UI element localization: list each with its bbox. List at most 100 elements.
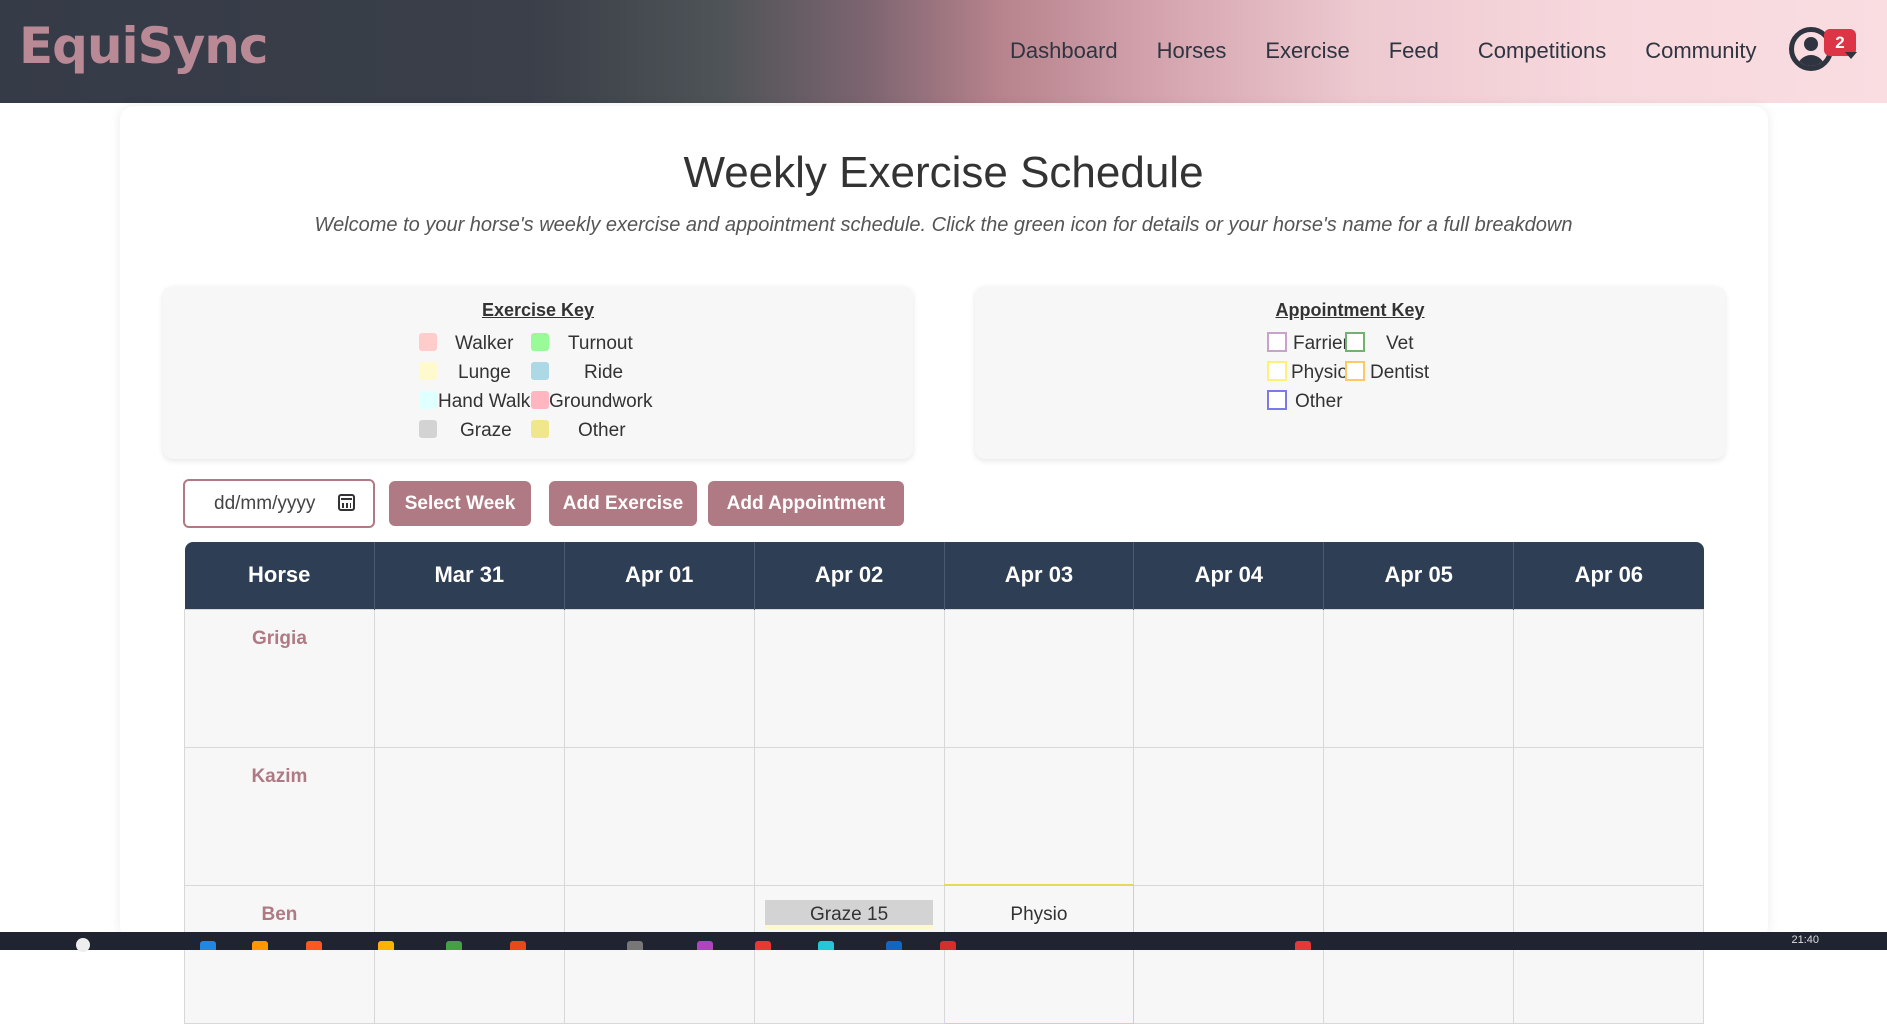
taskbar-app-icon[interactable]	[378, 941, 394, 950]
nav-dashboard[interactable]: Dashboard	[1010, 38, 1118, 64]
page-subtitle: Welcome to your horse's weekly exercise …	[314, 214, 1573, 236]
key-dentist-label: Dentist	[1370, 362, 1430, 383]
column-header-day: Apr 04	[1133, 542, 1325, 609]
column-header-day: Apr 05	[1323, 542, 1515, 609]
column-header-day: Apr 06	[1513, 542, 1704, 609]
schedule-cell[interactable]	[373, 608, 565, 748]
schedule-cell[interactable]	[373, 746, 565, 886]
physio-swatch	[1267, 361, 1287, 381]
select-week-button[interactable]: Select Week	[389, 481, 531, 526]
schedule-cell[interactable]	[373, 884, 565, 1024]
exercise-key-heading: Exercise Key	[481, 300, 595, 320]
column-header-day: Mar 31	[374, 542, 565, 609]
key-walker-label: Walker	[455, 333, 514, 354]
avatar-body	[1797, 55, 1825, 66]
add-exercise-button[interactable]: Add Exercise	[549, 481, 697, 526]
taskbar-app-icon[interactable]	[697, 941, 713, 950]
taskbar-app-icon[interactable]	[1295, 941, 1311, 950]
key-hand-walk-label: Hand Walk	[438, 391, 531, 412]
appointment-key: Appointment Key Farrier Vet Physio Denti…	[975, 286, 1725, 459]
key-groundwork-label: Groundwork	[549, 391, 653, 412]
taskbar-app-icon[interactable]	[886, 941, 902, 950]
schedule-cell[interactable]	[1133, 746, 1325, 886]
turnout-swatch	[531, 333, 549, 351]
schedule-cell[interactable]	[753, 746, 945, 886]
key-other-exercise-label: Other	[578, 420, 626, 441]
column-header-horse: Horse	[184, 542, 375, 609]
nav-exercise[interactable]: Exercise	[1265, 38, 1349, 64]
nav-horses[interactable]: Horses	[1157, 38, 1227, 64]
dentist-swatch	[1345, 361, 1365, 381]
other-exercise-swatch	[531, 420, 549, 438]
schedule-cell[interactable]	[1513, 746, 1704, 886]
ride-swatch	[531, 362, 549, 380]
hand-walk-swatch	[419, 391, 437, 409]
add-appointment-button[interactable]: Add Appointment	[708, 481, 904, 526]
calendar-icon[interactable]	[338, 494, 355, 511]
groundwork-swatch	[531, 391, 549, 409]
taskbar-app-icon[interactable]	[306, 941, 322, 950]
page-title: Weekly Exercise Schedule	[683, 148, 1204, 197]
walker-swatch	[419, 333, 437, 351]
graze-swatch	[419, 420, 437, 438]
other-appointment-swatch	[1267, 390, 1287, 410]
farrier-swatch	[1267, 332, 1287, 352]
schedule-cell[interactable]	[563, 608, 755, 748]
schedule-cell[interactable]	[1133, 608, 1325, 748]
taskbar-app-icon[interactable]	[446, 941, 462, 950]
table-row: Grigia	[184, 608, 1704, 748]
chevron-down-icon[interactable]	[1845, 52, 1857, 59]
vet-swatch	[1345, 332, 1365, 352]
key-other-appointment-label: Other	[1295, 391, 1343, 412]
schedule-cell[interactable]	[1323, 884, 1515, 1024]
top-navbar: EquiSync Dashboard Horses Exercise Feed …	[0, 0, 1887, 103]
taskbar-app-icon[interactable]	[755, 941, 771, 950]
schedule-cell[interactable]	[563, 884, 755, 1024]
schedule-table-wrapper: Horse Mar 31 Apr 01 Apr 02 Apr 03 Apr 04…	[184, 542, 1704, 1024]
nav-feed[interactable]: Feed	[1389, 38, 1439, 64]
main-nav: Dashboard Horses Exercise Feed Competiti…	[1010, 38, 1795, 64]
schedule-cell[interactable]	[1133, 884, 1325, 1024]
key-physio-label: Physio	[1291, 362, 1349, 383]
key-lunge-label: Lunge	[458, 362, 511, 383]
avatar-head	[1804, 37, 1818, 51]
schedule-cell[interactable]	[943, 608, 1135, 748]
taskbar-app-icon[interactable]	[252, 941, 268, 950]
taskbar-app-icon[interactable]	[818, 941, 834, 950]
nav-competitions[interactable]: Competitions	[1478, 38, 1606, 64]
key-ride-label: Ride	[584, 362, 624, 383]
lunge-swatch	[419, 362, 437, 380]
os-taskbar: 21:40	[0, 932, 1887, 952]
taskbar-clock: 21:40	[1791, 934, 1819, 946]
nav-community[interactable]: Community	[1645, 38, 1756, 64]
schedule-cell[interactable]: Physio	[943, 884, 1135, 1024]
app-logo[interactable]: EquiSync	[19, 16, 269, 76]
table-row: Ben Graze 15 Physio	[184, 884, 1704, 1024]
table-row: Kazim	[184, 746, 1704, 886]
horse-name-link[interactable]: Ben	[261, 904, 297, 925]
key-turnout-label: Turnout	[568, 333, 633, 354]
schedule-cell[interactable]	[943, 746, 1135, 886]
taskbar-app-icon[interactable]	[510, 941, 526, 950]
taskbar-app-icon[interactable]	[627, 941, 643, 950]
appointment-entry[interactable]: Physio	[1010, 904, 1067, 925]
taskbar-app-icon[interactable]	[940, 941, 956, 950]
schedule-cell[interactable]	[753, 608, 945, 748]
schedule-cell[interactable]	[1513, 608, 1704, 748]
horse-name-link[interactable]: Grigia	[252, 628, 307, 649]
exercise-entry[interactable]: Graze 15	[765, 899, 934, 929]
schedule-cell[interactable]	[1323, 746, 1515, 886]
column-header-day: Apr 03	[944, 542, 1135, 609]
schedule-cell[interactable]	[1513, 884, 1704, 1024]
date-placeholder: dd/mm/yyyy	[214, 493, 316, 514]
schedule-table: Horse Mar 31 Apr 01 Apr 02 Apr 03 Apr 04…	[184, 542, 1704, 1024]
schedule-cell[interactable]	[563, 746, 755, 886]
week-date-input[interactable]: dd/mm/yyyy	[183, 479, 375, 528]
taskbar-app-icon[interactable]	[200, 941, 216, 950]
schedule-cell[interactable]: Graze 15	[753, 884, 945, 1024]
horse-name-link[interactable]: Kazim	[251, 766, 307, 787]
schedule-cell[interactable]	[1323, 608, 1515, 748]
key-vet-label: Vet	[1386, 333, 1414, 354]
column-header-day: Apr 01	[564, 542, 755, 609]
key-graze-label: Graze	[460, 420, 512, 441]
